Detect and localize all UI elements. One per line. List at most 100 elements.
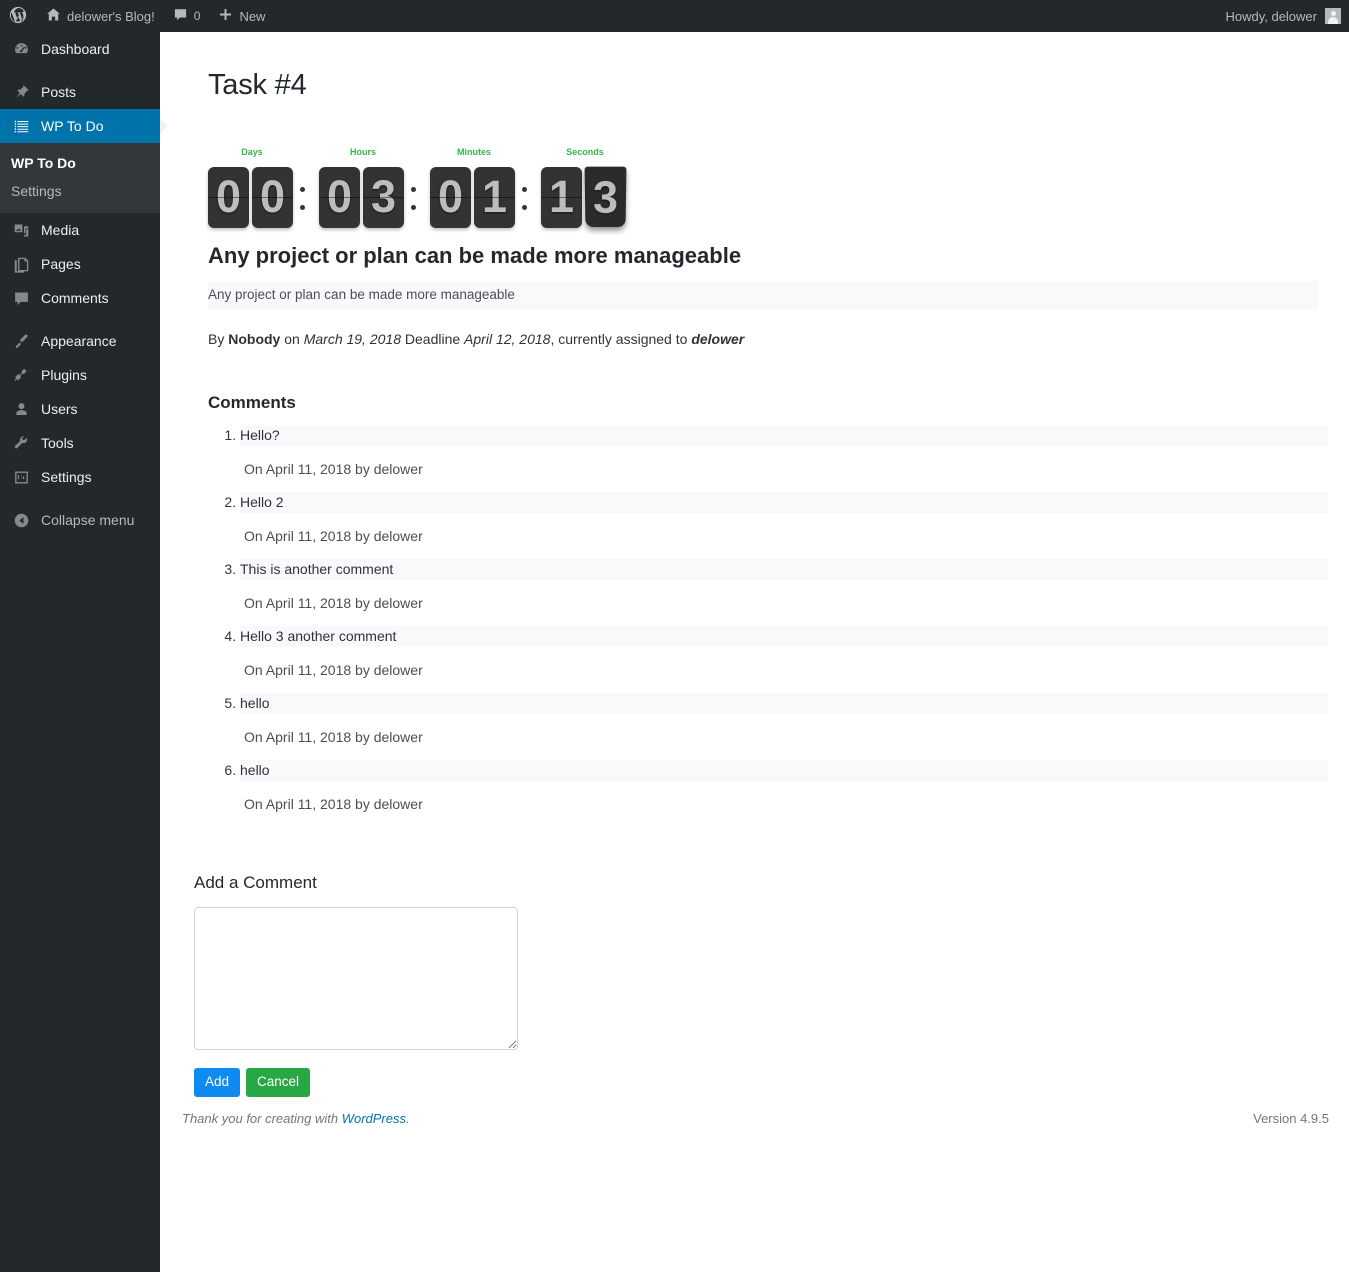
sidebar-item-label: Tools <box>41 435 74 451</box>
countdown-seconds-digit-2: 3 <box>584 166 627 227</box>
countdown-days: Days 0 0 <box>208 147 296 228</box>
comments-button[interactable]: 0 <box>164 0 210 32</box>
sidebar-item-appearance[interactable]: Appearance <box>0 324 160 358</box>
sidebar-item-label: Appearance <box>41 333 117 349</box>
list-item: hello On April 11, 2018 by delower <box>240 692 1329 760</box>
wordpress-link[interactable]: WordPress <box>342 1111 406 1126</box>
countdown-separator-1 <box>296 167 310 228</box>
main-content: Task #4 Days 0 0 Hours 0 3 Minutes 0 1 S… <box>160 32 1349 1272</box>
admin-sidebar: Dashboard Posts WP To Do WP To Do Settin… <box>0 0 168 1272</box>
countdown-seconds: Seconds 1 3 <box>541 147 629 228</box>
add-comment-button[interactable]: Add <box>194 1067 241 1097</box>
sidebar-subitem-wp-to-do[interactable]: WP To Do <box>0 149 160 177</box>
footer-thanks-suffix: . <box>406 1111 410 1126</box>
sidebar-item-users[interactable]: Users <box>0 392 160 426</box>
dashboard-icon <box>11 39 31 59</box>
sidebar-item-label: Users <box>41 401 78 417</box>
page-title: Task #4 <box>208 69 307 101</box>
pages-icon <box>11 254 31 274</box>
comment-text: This is another comment <box>240 558 1328 580</box>
task-meta: By Nobody on March 19, 2018 Deadline Apr… <box>208 331 1329 347</box>
settings-sliders-icon <box>11 467 31 487</box>
countdown-hours: Hours 0 3 <box>319 147 407 228</box>
add-comment-heading: Add a Comment <box>194 872 317 892</box>
sidebar-separator <box>0 494 160 503</box>
countdown-minutes-label: Minutes <box>456 146 491 157</box>
comment-meta: On April 11, 2018 by delower <box>244 728 423 745</box>
sidebar-item-dashboard[interactable]: Dashboard <box>0 32 160 66</box>
countdown-separator-3 <box>518 167 532 228</box>
countdown-minutes-digit-1: 0 <box>430 166 471 228</box>
footer-thanks: Thank you for creating with WordPress. <box>182 1111 410 1126</box>
howdy-label: Howdy, delower <box>1225 8 1317 24</box>
wordpress-logo-button[interactable] <box>0 0 37 32</box>
plug-icon <box>11 365 31 385</box>
sidebar-item-posts[interactable]: Posts <box>0 75 160 109</box>
countdown-days-group: Days 0 0 <box>208 147 310 228</box>
sidebar-item-settings[interactable]: Settings <box>0 460 160 494</box>
list-item: This is another comment On April 11, 201… <box>240 558 1329 626</box>
comment-bubble-icon <box>11 288 31 308</box>
countdown-seconds-digit-1: 1 <box>541 166 582 228</box>
sidebar-item-pages[interactable]: Pages <box>0 247 160 281</box>
user-icon <box>11 399 31 419</box>
sidebar-item-label: Plugins <box>41 367 87 383</box>
home-icon <box>46 7 61 25</box>
list-item: Hello 3 another comment On April 11, 201… <box>240 625 1329 693</box>
countdown-hours-group: Hours 0 3 <box>319 147 421 228</box>
comment-meta: On April 11, 2018 by delower <box>244 460 423 477</box>
new-content-button[interactable]: New <box>209 0 274 32</box>
site-name-button[interactable]: delower's Blog! <box>37 0 164 32</box>
footer-version: Version 4.9.5 <box>1253 1111 1329 1126</box>
wordpress-logo-icon <box>9 6 27 27</box>
sidebar-menu: Dashboard Posts WP To Do WP To Do Settin… <box>0 32 168 537</box>
comment-meta: On April 11, 2018 by delower <box>244 594 423 611</box>
task-meta-deadline-label: Deadline <box>404 330 461 347</box>
comment-text: Hello 2 <box>240 491 1328 513</box>
collapse-arrow-icon <box>11 510 31 530</box>
sidebar-item-wp-to-do[interactable]: WP To Do <box>0 109 168 143</box>
comment-input[interactable] <box>194 906 518 1050</box>
my-account-button[interactable]: Howdy, delower <box>1225 0 1349 32</box>
sidebar-item-label: Comments <box>41 290 109 306</box>
countdown-hours-label: Hours <box>349 146 376 157</box>
sidebar-item-label: Media <box>41 222 80 238</box>
sidebar-separator <box>0 66 160 75</box>
countdown-days-digit-2: 0 <box>252 166 293 228</box>
footer-thanks-prefix: Thank you for creating with <box>182 1111 339 1126</box>
plus-icon <box>218 7 233 25</box>
comment-bubble-icon <box>173 7 188 25</box>
task-meta-created-date: March 19, 2018 <box>303 330 401 347</box>
list-icon <box>11 116 31 136</box>
sidebar-item-plugins[interactable]: Plugins <box>0 358 160 392</box>
avatar-icon <box>1325 8 1341 24</box>
countdown-days-label: Days <box>241 146 263 157</box>
sidebar-item-tools[interactable]: Tools <box>0 426 160 460</box>
countdown-hours-digit-1: 0 <box>319 166 360 228</box>
countdown-seconds-group: Seconds 1 3 <box>541 147 629 228</box>
sidebar-item-comments[interactable]: Comments <box>0 281 160 315</box>
site-name-label: delower's Blog! <box>67 8 155 24</box>
cancel-comment-button[interactable]: Cancel <box>246 1067 311 1097</box>
task-meta-by-prefix: By <box>208 330 225 347</box>
sidebar-submenu-wp-to-do: WP To Do Settings <box>0 143 160 213</box>
sidebar-subitem-settings[interactable]: Settings <box>0 177 160 205</box>
comment-form-buttons: Add Cancel <box>194 1067 1329 1097</box>
countdown-separator-2 <box>407 167 421 228</box>
pin-icon <box>11 82 31 102</box>
sidebar-item-label: Settings <box>41 469 92 485</box>
comment-meta: On April 11, 2018 by delower <box>244 795 423 812</box>
admin-bar: delower's Blog! 0 New Howdy, delower <box>0 0 1349 32</box>
task-description: Any project or plan can be made more man… <box>208 280 1318 309</box>
comment-meta: On April 11, 2018 by delower <box>244 661 423 678</box>
media-icon <box>11 220 31 240</box>
comment-text: Hello 3 another comment <box>240 625 1328 647</box>
task-meta-author: Nobody <box>228 330 281 347</box>
new-content-label: New <box>239 8 266 24</box>
list-item: hello On April 11, 2018 by delower <box>240 759 1329 827</box>
comment-text: Hello? <box>240 424 1328 446</box>
sidebar-item-label: Pages <box>41 256 81 272</box>
collapse-menu-button[interactable]: Collapse menu <box>0 503 160 537</box>
sidebar-item-media[interactable]: Media <box>0 213 160 247</box>
countdown-minutes: Minutes 0 1 <box>430 147 518 228</box>
